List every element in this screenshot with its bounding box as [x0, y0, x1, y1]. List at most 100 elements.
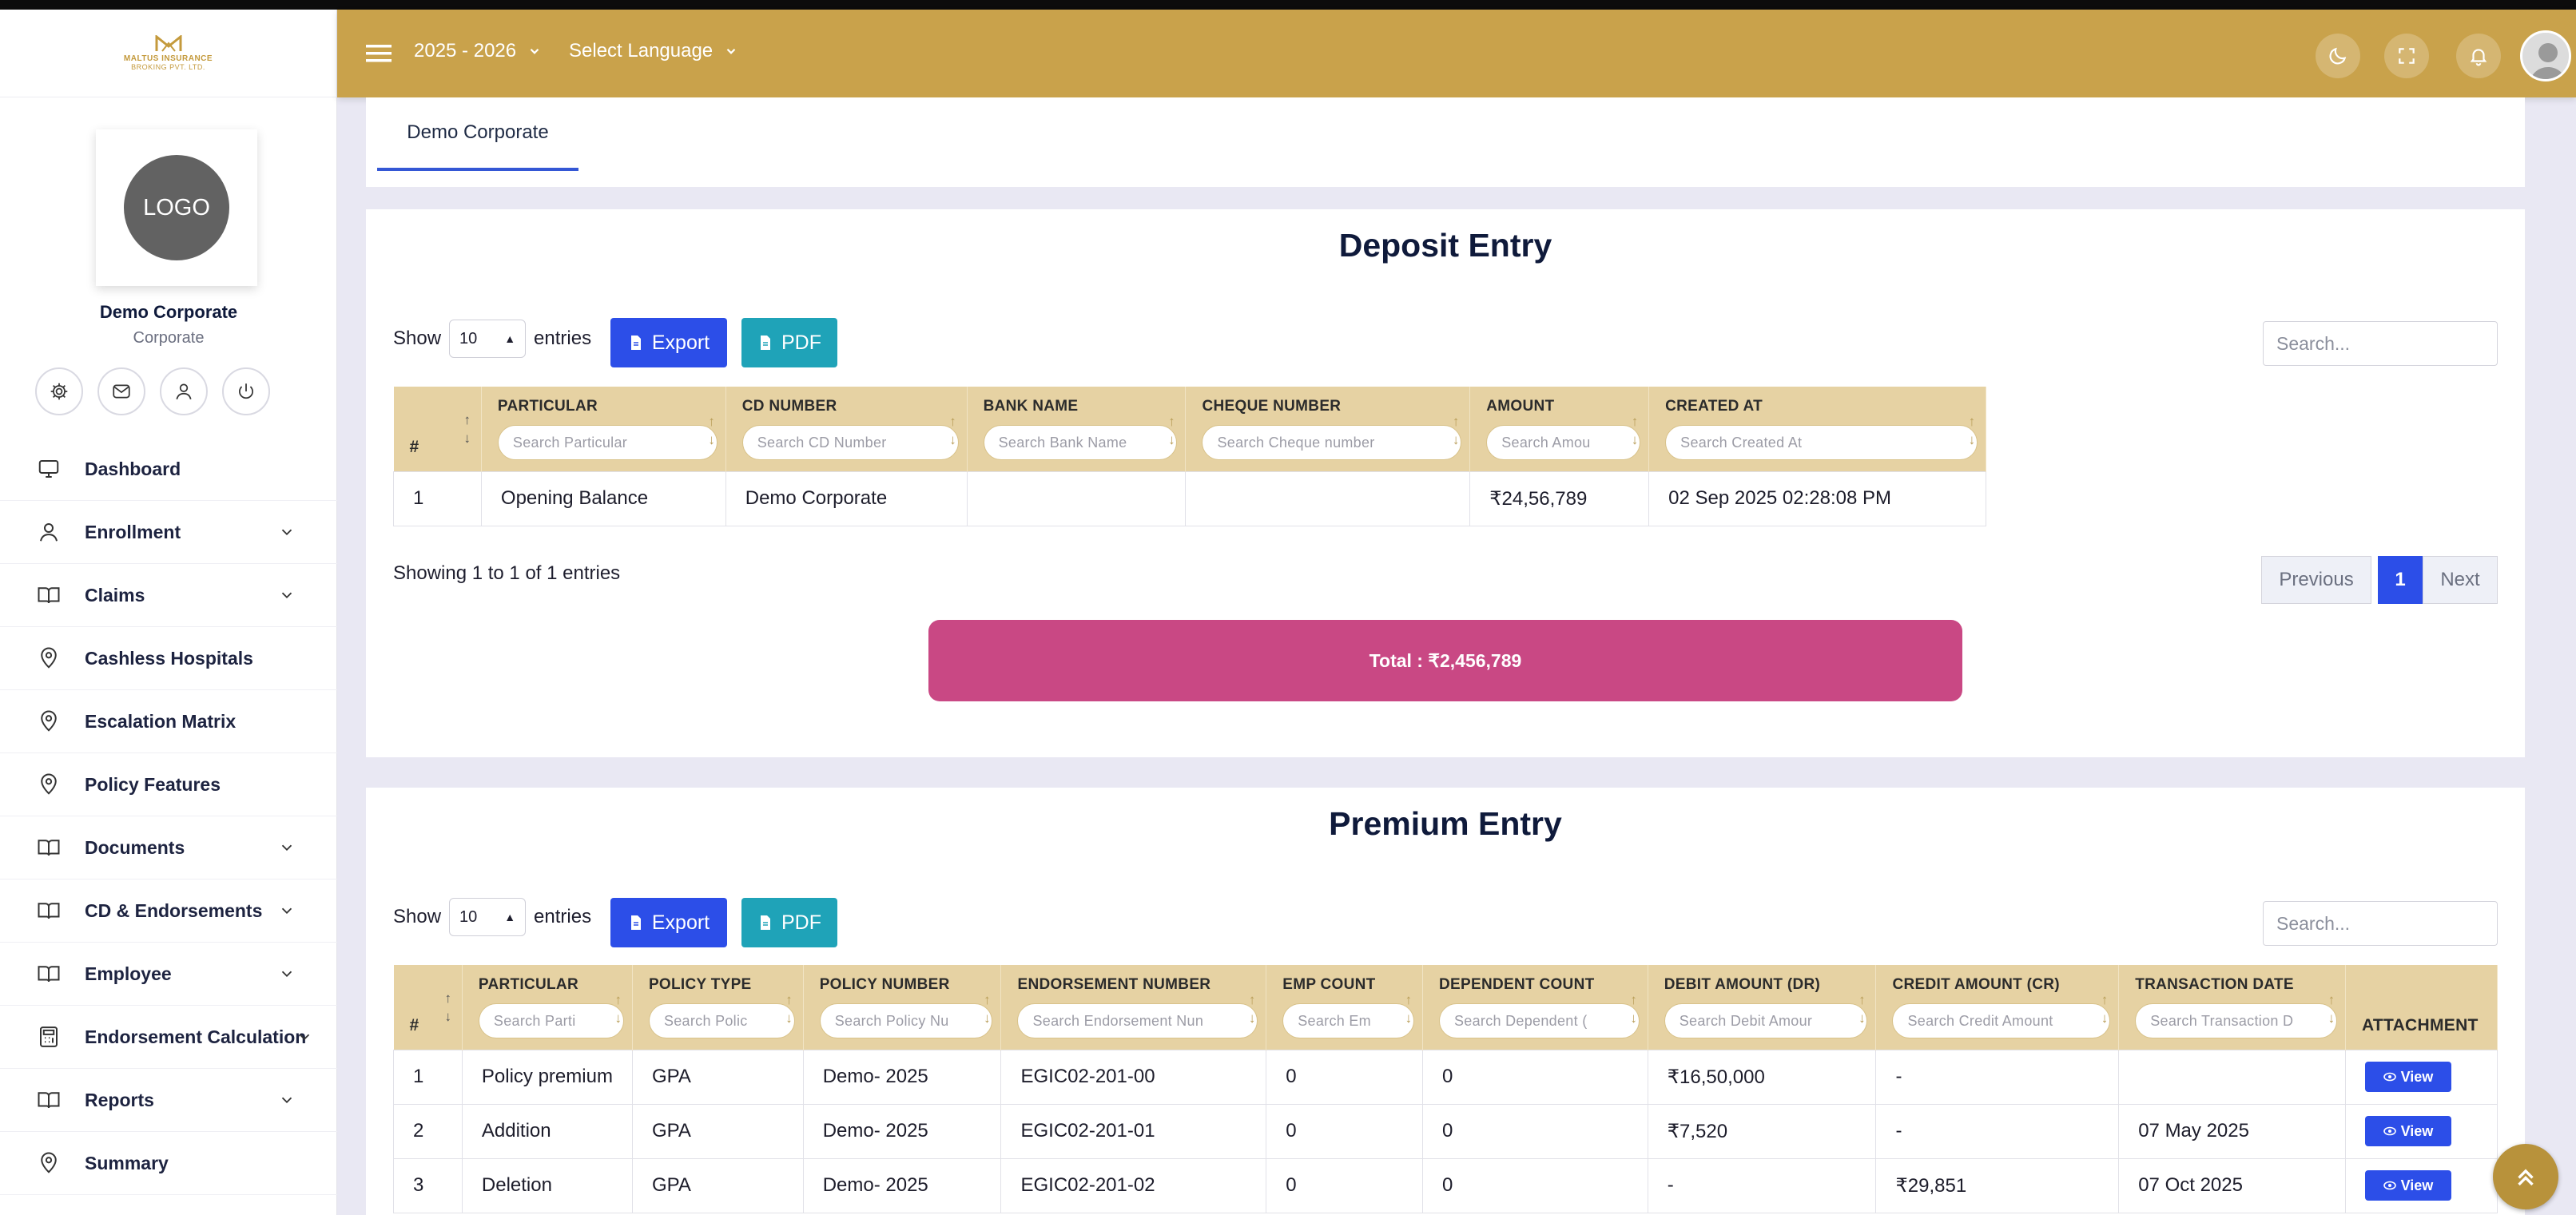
column-search-input[interactable]: Search CD Number — [741, 425, 959, 460]
sidebar-item-escalation-matrix[interactable]: Escalation Matrix — [0, 690, 337, 753]
column-header-created-at[interactable]: CREATED AT Search Created At ↑ ↓ — [1648, 387, 1986, 471]
cell-credit-amount: - — [1875, 1103, 2120, 1159]
cell-debit-amount: ₹7,520 — [1647, 1103, 1877, 1159]
view-attachment-button[interactable]: View — [2364, 1170, 2451, 1201]
view-label: View — [2400, 1177, 2434, 1193]
view-label: View — [2400, 1122, 2434, 1139]
sidebar-item-label: Endorsement Calculation — [85, 1026, 307, 1047]
notifications-button[interactable] — [2456, 34, 2501, 78]
premium-pdf-button[interactable]: PDF — [741, 898, 837, 947]
column-header-particular[interactable]: PARTICULAR Search Parti ↑ ↓ — [462, 965, 633, 1050]
sidebar-item-cd-endorsements[interactable]: CD & Endorsements — [0, 879, 337, 943]
entries-label: entries — [534, 906, 592, 927]
premium-export-button[interactable]: Export — [610, 898, 727, 947]
premium-page-length-select[interactable]: 10 ▲ — [449, 898, 527, 936]
view-attachment-button[interactable]: View — [2364, 1116, 2451, 1146]
pagination-next[interactable]: Next — [2423, 556, 2498, 604]
hamburger-menu-icon[interactable] — [366, 42, 392, 66]
book-icon — [38, 587, 60, 604]
sidebar-item-policy-features[interactable]: Policy Features — [0, 753, 337, 816]
column-search-input[interactable]: Search Endorsement Nun — [1017, 1003, 1258, 1038]
sidebar-item-summary[interactable]: Summary — [0, 1132, 337, 1195]
sidebar-item-label: Employee — [85, 963, 172, 984]
column-header-dependent-count[interactable]: DEPENDENT COUNT Search Dependent (↑ ↓ — [1422, 965, 1648, 1050]
book-icon — [38, 840, 60, 856]
brand-name: MALTUS INSURANCE — [123, 54, 213, 63]
cell-attachment: View — [2344, 1049, 2498, 1105]
column-header-cheque-number[interactable]: CHEQUE NUMBER Search Cheque number ↑ ↓ — [1185, 387, 1471, 471]
view-attachment-button[interactable]: View — [2364, 1062, 2451, 1092]
scroll-to-top-button[interactable] — [2493, 1144, 2558, 1209]
column-header-transaction-date[interactable]: TRANSACTION DATE Search Transaction D ↑ ↓ — [2118, 965, 2346, 1050]
page-length-value: 10 — [459, 329, 478, 347]
column-search-input[interactable]: Search Parti — [478, 1003, 624, 1038]
cell-endorsement-number: EGIC02-201-02 — [1000, 1157, 1267, 1213]
fullscreen-button[interactable] — [2384, 34, 2429, 78]
column-header-policy-type[interactable]: POLICY TYPE Search Polic ↑ ↓ — [632, 965, 804, 1050]
column-search-input[interactable]: Search Polic — [648, 1003, 795, 1038]
column-search-input[interactable]: Search Bank Name — [983, 425, 1178, 460]
deposit-export-button[interactable]: Export — [610, 318, 727, 367]
column-search-input[interactable]: Search Debit Amour — [1664, 1003, 1868, 1038]
column-search-input[interactable]: Search Dependent ( — [1439, 1003, 1640, 1038]
sidebar-item-endorsement-calculation[interactable]: Endorsement Calculation — [0, 1006, 337, 1069]
sidebar-item-enrollment[interactable]: Enrollment — [0, 501, 337, 564]
sort-icon: ↑ ↓ — [463, 412, 471, 446]
sidebar-item-documents[interactable]: Documents — [0, 816, 337, 879]
cell-dependent-count: 0 — [1422, 1103, 1648, 1159]
chevron-down-icon — [281, 844, 292, 852]
column-header-amount[interactable]: AMOUNT Search Amou ↑ ↓ — [1469, 387, 1650, 471]
dark-mode-toggle[interactable] — [2316, 34, 2360, 78]
pagination-page-1[interactable]: 1 — [2378, 556, 2423, 604]
sort-icon: ↑ ↓ — [2101, 992, 2109, 1026]
language-value: Select Language — [569, 40, 714, 62]
column-header-index[interactable]: # ↑ ↓ — [393, 387, 482, 471]
profile-button[interactable] — [160, 367, 208, 415]
deposit-pdf-button[interactable]: PDF — [741, 318, 837, 367]
sidebar-item-label: Cashless Hospitals — [85, 647, 253, 669]
column-search-input[interactable]: Search Credit Amount — [1892, 1003, 2111, 1038]
user-avatar[interactable] — [2520, 30, 2571, 81]
column-header-endorsement-number[interactable]: ENDORSEMENT NUMBER Search Endorsement Nun… — [1000, 965, 1267, 1050]
cell-emp-count: 0 — [1266, 1049, 1423, 1105]
export-label: Export — [651, 331, 710, 354]
top-header: 2025 - 2026 Select Language — [337, 10, 2576, 97]
language-select[interactable]: Select Language — [569, 40, 738, 62]
column-header-particular[interactable]: PARTICULAR Search Particular ↑ ↓ — [481, 387, 726, 471]
column-search-input[interactable]: Search Transaction D — [2135, 1003, 2337, 1038]
logout-button[interactable] — [222, 367, 270, 415]
deposit-search-input[interactable]: Search... — [2263, 321, 2498, 366]
column-search-input[interactable]: Search Created At — [1665, 425, 1978, 460]
column-header-cd-number[interactable]: CD NUMBER Search CD Number ↑ ↓ — [725, 387, 968, 471]
tab-demo-corporate[interactable]: Demo Corporate — [377, 121, 578, 144]
premium-entry-title: Premium Entry — [1329, 805, 1562, 842]
deposit-entry-card: Deposit Entry Show 10 ▲ entries Export P… — [366, 209, 2525, 757]
column-search-input[interactable]: Search Cheque number — [1202, 425, 1462, 460]
sidebar-item-cashless-hospitals[interactable]: Cashless Hospitals — [0, 627, 337, 690]
financial-year-select[interactable]: 2025 - 2026 — [414, 40, 542, 62]
column-header-policy-number[interactable]: POLICY NUMBER Search Policy Nu ↑ ↓ — [803, 965, 1002, 1050]
cell-credit-amount: ₹29,851 — [1875, 1157, 2120, 1213]
column-search-input[interactable]: Search Policy Nu — [819, 1003, 993, 1038]
sidebar-item-employee[interactable]: Employee — [0, 943, 337, 1006]
brand-logo[interactable]: MALTUS INSURANCE BROKING PVT. LTD. — [0, 10, 336, 97]
sidebar-item-claims[interactable]: Claims — [0, 564, 337, 627]
column-header-debit-amount[interactable]: DEBIT AMOUNT (DR) Search Debit Amour ↑ ↓ — [1648, 965, 1877, 1050]
column-header-index[interactable]: # ↑ ↓ — [393, 965, 463, 1050]
sidebar-item-reports[interactable]: Reports — [0, 1069, 337, 1132]
sidebar-item-dashboard[interactable]: Dashboard — [0, 438, 337, 501]
chevron-down-icon — [281, 971, 292, 978]
column-header-bank-name[interactable]: BANK NAME Search Bank Name ↑ ↓ — [967, 387, 1187, 471]
column-header-credit-amount[interactable]: CREDIT AMOUNT (CR) Search Credit Amount ↑ ↓ — [1875, 965, 2120, 1050]
column-search-input[interactable]: Search Particular — [497, 425, 718, 460]
column-search-input[interactable]: Search Amou — [1486, 425, 1641, 460]
deposit-page-length-select[interactable]: 10 ▲ — [449, 320, 527, 358]
profile-role: Corporate — [133, 329, 205, 347]
column-search-input[interactable]: Search Em — [1282, 1003, 1414, 1038]
sidebar-item-label: Enrollment — [85, 521, 181, 542]
premium-search-input[interactable]: Search... — [2263, 901, 2498, 946]
column-header-emp-count[interactable]: EMP COUNT Search Em ↑ ↓ — [1266, 965, 1423, 1050]
pagination-previous[interactable]: Previous — [2261, 556, 2371, 604]
mail-button[interactable] — [97, 367, 145, 415]
settings-button[interactable] — [35, 367, 83, 415]
